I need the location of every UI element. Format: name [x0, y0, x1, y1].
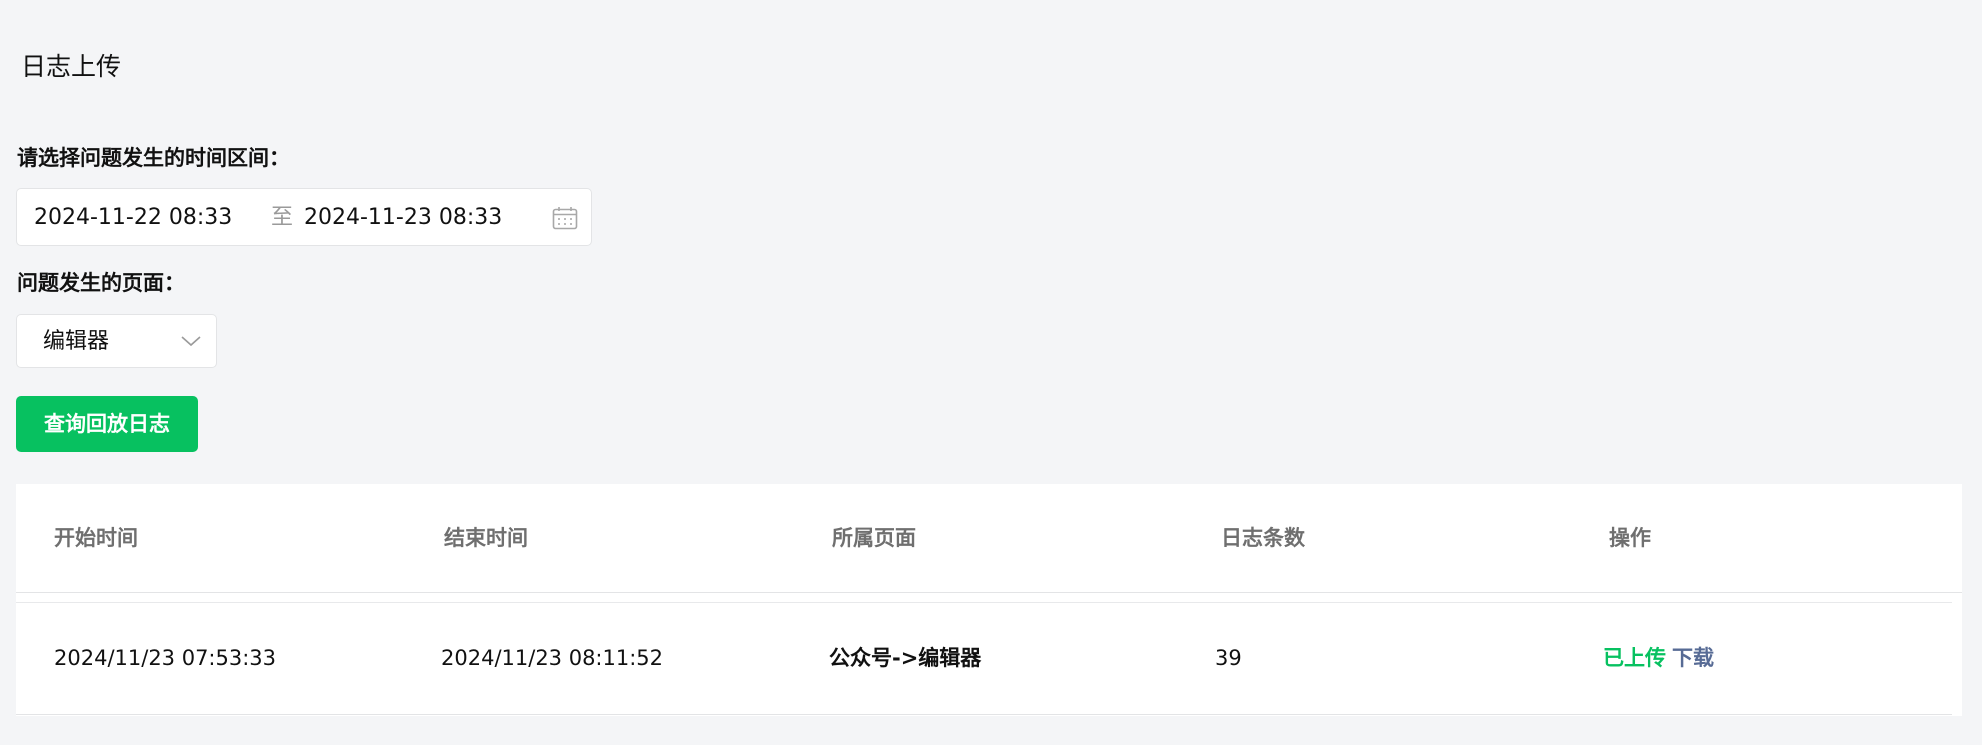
header-start-time: 开始时间	[54, 526, 138, 550]
page-select-label: 问题发生的页面：	[17, 271, 185, 295]
query-replay-log-button[interactable]: 查询回放日志	[16, 396, 198, 452]
time-range-label: 请选择问题发生的时间区间：	[17, 146, 290, 170]
download-link[interactable]: 下载	[1672, 646, 1714, 670]
header-actions: 操作	[1609, 526, 1651, 550]
table-header: 开始时间 结束时间 所属页面 日志条数 操作	[16, 484, 1962, 593]
cell-log-count: 39	[1215, 646, 1242, 670]
header-end-time: 结束时间	[444, 526, 528, 550]
header-page: 所属页面	[832, 526, 916, 550]
cell-actions: 已上传 下载	[1603, 643, 1714, 673]
table-row: 2024/11/23 07:53:33 2024/11/23 08:11:52 …	[16, 603, 1952, 715]
page-select-value: 编辑器	[43, 329, 110, 354]
date-range-picker[interactable]: 2024-11-22 08:33 至 2024-11-23 08:33	[16, 188, 592, 246]
log-upload-page: 日志上传 请选择问题发生的时间区间： 2024-11-22 08:33 至 20…	[0, 0, 1982, 745]
calendar-icon[interactable]	[552, 206, 578, 230]
cell-start-time: 2024/11/23 07:53:33	[54, 646, 277, 670]
page-title: 日志上传	[21, 52, 122, 81]
log-table: 开始时间 结束时间 所属页面 日志条数 操作 2024/11/23 07:53:…	[16, 484, 1962, 716]
cell-page: 公众号->编辑器	[829, 646, 982, 670]
range-separator: 至	[271, 205, 294, 230]
page-select[interactable]: 编辑器	[16, 314, 217, 368]
cell-end-time: 2024/11/23 08:11:52	[441, 646, 664, 670]
end-time-input[interactable]: 2024-11-23 08:33	[304, 203, 502, 233]
uploaded-status: 已上传	[1603, 646, 1666, 670]
chevron-down-icon	[180, 333, 202, 349]
header-log-count: 日志条数	[1221, 526, 1305, 550]
start-time-input[interactable]: 2024-11-22 08:33	[34, 203, 232, 233]
